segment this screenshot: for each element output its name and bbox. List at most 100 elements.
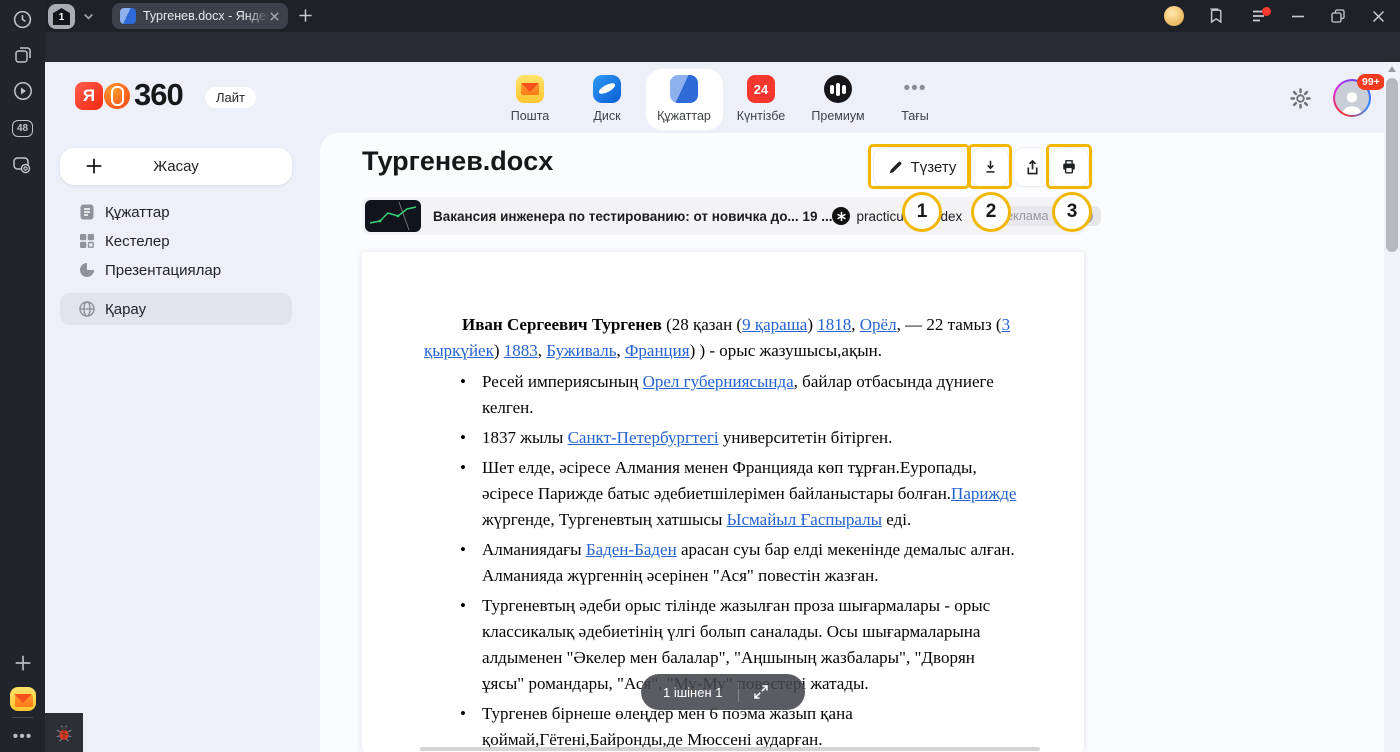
badge-48-icon[interactable]: 48 bbox=[0, 113, 45, 143]
text-run: Шет елде, әсіресе Алмания менен Францияд… bbox=[482, 458, 977, 503]
browser-tab[interactable]: Тургенев.docx - Яндек bbox=[112, 3, 288, 29]
document-link[interactable]: 9 қараша bbox=[742, 315, 807, 334]
document-link[interactable]: Санкт-Петербургтегі bbox=[568, 428, 719, 447]
close-button[interactable] bbox=[1364, 0, 1392, 32]
text-run: ) bbox=[807, 315, 817, 334]
play-icon[interactable] bbox=[0, 76, 45, 106]
user-avatar[interactable]: 99+ bbox=[1333, 79, 1371, 117]
menu-notification-dot bbox=[1262, 7, 1271, 16]
create-button[interactable]: Жасау bbox=[60, 148, 292, 185]
print-button[interactable] bbox=[1050, 148, 1088, 186]
document-link[interactable]: 1883 bbox=[504, 341, 538, 360]
text-run: университетін бітірген. bbox=[719, 428, 893, 447]
text-run: , bbox=[851, 315, 860, 334]
screenshot-icon[interactable] bbox=[0, 150, 45, 180]
text-run: ) bbox=[494, 341, 504, 360]
yandex-360-app: Я 360 Лайт Пошта Диск Құжаттар 24 Күнтіз… bbox=[45, 62, 1400, 752]
document-link[interactable]: Орёл bbox=[860, 315, 897, 334]
service-documents[interactable]: Құжаттар bbox=[646, 69, 723, 130]
document-link[interactable]: Ысмайыл Ғаспыралы bbox=[727, 510, 882, 529]
sidebar-item-view[interactable]: Қарау bbox=[60, 293, 292, 325]
mail-icon bbox=[516, 75, 544, 103]
main-content: Тургенев.docx Түзету 1 2 3 Вакансия bbox=[320, 133, 1384, 752]
sidebar-item-tables[interactable]: Кестелер bbox=[60, 225, 292, 257]
service-more[interactable]: ••• Тағы bbox=[877, 69, 954, 130]
document-bullet: Шет елде, әсіресе Алмания менен Францияд… bbox=[424, 455, 1020, 533]
text-run: , bbox=[538, 341, 547, 360]
pencil-icon bbox=[888, 160, 903, 175]
tab-title: Тургенев.docx - Яндек bbox=[143, 9, 269, 23]
text-run: ) ) - орыс жазушысы,ақын. bbox=[690, 341, 882, 360]
service-disk[interactable]: Диск bbox=[569, 69, 646, 130]
text-run: , bbox=[616, 341, 625, 360]
document-bullet: Алманиядағы Баден-Баден арасан суы бар е… bbox=[424, 537, 1020, 589]
expand-icon[interactable] bbox=[753, 684, 769, 700]
tab-group-chip[interactable]: 1 bbox=[48, 4, 75, 29]
tabs-panel-icon[interactable] bbox=[0, 40, 45, 70]
bug-report-overlay[interactable] bbox=[45, 713, 83, 752]
new-tab-button[interactable] bbox=[298, 8, 313, 23]
pie-icon bbox=[78, 261, 96, 279]
restore-button[interactable] bbox=[1324, 0, 1352, 32]
rail-plus-icon[interactable] bbox=[0, 648, 45, 678]
services-nav: Пошта Диск Құжаттар 24 Күнтізбе Премиум … bbox=[45, 69, 1400, 130]
documents-icon bbox=[670, 75, 698, 103]
page-indicator-pill: 1 ішінен 1 bbox=[641, 674, 805, 710]
page-indicator-text: 1 ішінен 1 bbox=[663, 685, 722, 700]
scrollbar-up-arrow[interactable] bbox=[1388, 66, 1396, 72]
text-run: 1837 жылы bbox=[482, 428, 568, 447]
document-link[interactable]: 1818 bbox=[817, 315, 851, 334]
docs-favicon-icon bbox=[120, 8, 136, 24]
bug-icon bbox=[53, 722, 75, 744]
service-calendar[interactable]: 24 Күнтізбе bbox=[723, 69, 800, 130]
notifications-badge: 99+ bbox=[1357, 74, 1385, 90]
browser-side-rail: 48 ••• bbox=[0, 0, 45, 752]
bookmarks-panel-icon[interactable] bbox=[1202, 0, 1230, 32]
calendar-icon: 24 bbox=[747, 75, 775, 103]
yandex-mail-icon[interactable] bbox=[0, 683, 45, 715]
rail-divider bbox=[12, 717, 33, 718]
tab-group-chevron-icon[interactable] bbox=[82, 10, 95, 23]
document-link[interactable]: Буживаль bbox=[546, 341, 616, 360]
service-mail[interactable]: Пошта bbox=[492, 69, 569, 130]
document-link[interactable]: Франция bbox=[625, 341, 690, 360]
share-button[interactable] bbox=[1014, 148, 1050, 186]
text-run: жүргенде, Тургеневтың хатшысы bbox=[482, 510, 727, 529]
annotation-number-1: 1 bbox=[902, 192, 942, 232]
browser-tab-bar: 1 Тургенев.docx - Яндек bbox=[0, 0, 1400, 32]
text-run: , — 22 тамыз ( bbox=[897, 315, 1002, 334]
edit-button[interactable]: Түзету bbox=[874, 148, 970, 186]
history-clock-icon[interactable] bbox=[0, 4, 45, 34]
page-bottom-fragment bbox=[420, 747, 1040, 751]
pill-divider bbox=[738, 682, 739, 702]
text-run: (28 қазан ( bbox=[662, 315, 742, 334]
scrollbar-thumb[interactable] bbox=[1386, 78, 1398, 252]
printer-icon bbox=[1061, 159, 1077, 175]
text-run: Алманиядағы bbox=[482, 540, 586, 559]
sidebar-item-documents[interactable]: Құжаттар bbox=[60, 196, 292, 228]
rail-more-icon[interactable]: ••• bbox=[0, 722, 45, 752]
sidebar-item-presentations[interactable]: Презентациялар bbox=[60, 254, 292, 286]
minimize-button[interactable] bbox=[1284, 0, 1312, 32]
globe-icon bbox=[78, 300, 96, 318]
download-button[interactable] bbox=[972, 148, 1008, 186]
settings-gear-icon[interactable] bbox=[1289, 87, 1312, 110]
disk-icon bbox=[593, 75, 621, 103]
browser-menu-icon[interactable] bbox=[1246, 0, 1274, 32]
ad-thumbnail bbox=[365, 200, 421, 232]
more-services-icon: ••• bbox=[901, 75, 929, 103]
document-link[interactable]: Орел губерниясында bbox=[643, 372, 794, 391]
browser-toolbar: docs.yandex.ru Тургенев.docx - Яндекс Құ… bbox=[0, 32, 1400, 62]
ad-title: Вакансия инженера по тестированию: от но… bbox=[433, 209, 832, 224]
browser-profile-avatar[interactable] bbox=[1160, 0, 1188, 32]
document-link[interactable]: Баден-Баден bbox=[586, 540, 677, 559]
text-run: еді. bbox=[882, 510, 911, 529]
document-title: Тургенев.docx bbox=[362, 146, 553, 177]
service-premium[interactable]: Премиум bbox=[800, 69, 877, 130]
text-run: Ресей империясының bbox=[482, 372, 643, 391]
document-link[interactable]: Парижде bbox=[951, 484, 1016, 503]
annotation-number-2: 2 bbox=[971, 192, 1011, 232]
page-scrollbar bbox=[1384, 62, 1400, 752]
grid-icon bbox=[78, 232, 96, 250]
tab-close-icon[interactable] bbox=[269, 11, 280, 22]
